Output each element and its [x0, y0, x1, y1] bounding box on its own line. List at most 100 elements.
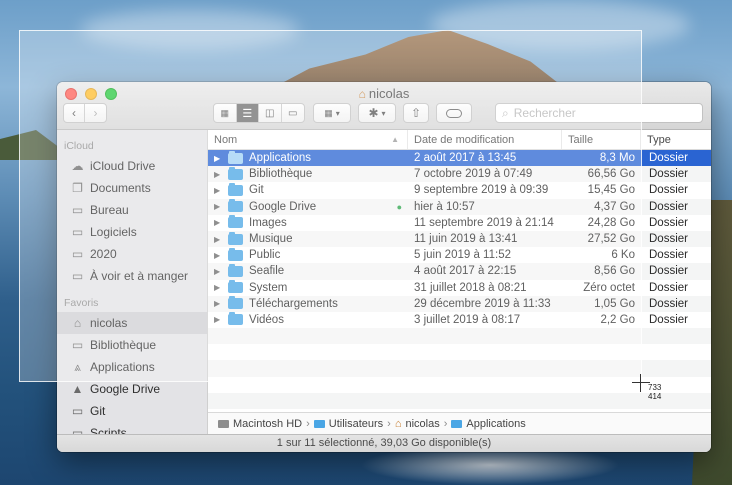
- chevron-right-icon: ›: [306, 417, 310, 430]
- path-item[interactable]: Macintosh HD: [233, 418, 302, 430]
- chevron-right-icon: ›: [387, 417, 391, 430]
- folder-icon: [228, 150, 243, 164]
- folder-icon: [228, 231, 243, 245]
- sidebar-item-git[interactable]: ▭ Git: [57, 400, 207, 422]
- title-bar[interactable]: ⌂ nicolas ‹ › ▦ ☰ ◫ ▭ ▦ ▾ ✱ ▾ ⇧ ⌕ Recherche…: [57, 82, 711, 130]
- sidebar-item-a-voir[interactable]: ▭ À voir et à manger: [57, 265, 207, 287]
- tags-button[interactable]: [436, 103, 472, 123]
- sidebar: iCloud ☁ iCloud Drive ❐ Documents ▭ Bureau …: [57, 130, 208, 434]
- share-button[interactable]: ⇧: [403, 103, 429, 123]
- desktop-cliff-left: [0, 130, 60, 160]
- table-row[interactable]: ▶ Images 11 septembre 2019 à 21:14 24,28 …: [208, 215, 711, 231]
- gallery-view-button[interactable]: ▭: [282, 104, 304, 122]
- column-header-kind[interactable]: Type: [641, 130, 711, 149]
- path-bar: Macintosh HD › Utilisateurs › ⌂ nicolas …: [208, 412, 711, 434]
- list-view-button[interactable]: ☰: [236, 104, 259, 122]
- google-drive-icon: ▲: [71, 382, 84, 396]
- sidebar-item-bibliotheque[interactable]: ▭ Bibliothèque: [57, 334, 207, 356]
- table-row[interactable]: ▶ System 31 juillet 2018 à 08:21 Zéro oct…: [208, 280, 711, 296]
- folder-icon: ▭: [71, 247, 84, 261]
- home-icon: ⌂: [394, 417, 402, 430]
- disclosure-triangle-icon[interactable]: ▶: [214, 202, 222, 211]
- sidebar-item-documents[interactable]: ❐ Documents: [57, 177, 207, 199]
- disclosure-triangle-icon[interactable]: ▶: [214, 218, 222, 227]
- sidebar-item-bureau[interactable]: ▭ Bureau: [57, 199, 207, 221]
- sidebar-item-nicolas[interactable]: ⌂ nicolas: [57, 312, 207, 334]
- table-row[interactable]: ▶ Public 5 juin 2019 à 11:52 6 Ko Dossier: [208, 247, 711, 263]
- disclosure-triangle-icon[interactable]: ▶: [214, 315, 222, 324]
- window-body: iCloud ☁ iCloud Drive ❐ Documents ▭ Bureau …: [57, 130, 711, 434]
- folder-icon: ▭: [71, 225, 84, 239]
- sidebar-item-scripts[interactable]: ▭ Scripts: [57, 422, 207, 434]
- sort-ascending-icon: ▲: [391, 135, 399, 144]
- sidebar-item-logiciels[interactable]: ▭ Logiciels: [57, 221, 207, 243]
- chevron-down-icon: ▾: [381, 108, 386, 118]
- disclosure-triangle-icon[interactable]: ▶: [214, 186, 222, 195]
- desktop-icon: ▭: [71, 203, 84, 217]
- capture-x-readout: 733: [648, 383, 662, 392]
- empty-row: [208, 360, 711, 377]
- folder-icon: [228, 280, 243, 294]
- table-row[interactable]: ▶ Git 9 septembre 2019 à 09:39 15,45 Go D…: [208, 182, 711, 198]
- folder-icon: ▭: [71, 338, 84, 352]
- table-row[interactable]: ▶ Vidéos 3 juillet 2019 à 08:17 2,2 Go Do…: [208, 312, 711, 328]
- capture-y-readout: 414: [648, 392, 662, 401]
- back-forward-group: ‹ ›: [63, 103, 107, 123]
- disclosure-triangle-icon[interactable]: ▶: [214, 154, 222, 163]
- empty-row: [208, 377, 711, 393]
- folder-icon: ▭: [71, 404, 84, 418]
- cloud-decoration: [80, 10, 300, 50]
- path-item[interactable]: Utilisateurs: [329, 418, 383, 430]
- disclosure-triangle-icon[interactable]: ▶: [214, 235, 222, 244]
- disclosure-triangle-icon[interactable]: ▶: [214, 267, 222, 276]
- folder-icon: ▭: [71, 426, 84, 434]
- action-button[interactable]: ✱ ▾: [358, 103, 396, 123]
- folder-icon: [228, 199, 243, 213]
- column-header-date[interactable]: Date de modification: [408, 130, 562, 149]
- home-icon: ⌂: [358, 87, 366, 101]
- table-row[interactable]: ▶ Musique 11 juin 2019 à 13:41 27,52 Go D…: [208, 230, 711, 248]
- folder-icon: [228, 166, 243, 180]
- disclosure-triangle-icon[interactable]: ▶: [214, 299, 222, 308]
- sidebar-section-title: iCloud: [64, 140, 94, 152]
- icon-view-button[interactable]: ▦: [214, 104, 237, 122]
- table-row[interactable]: ▶ Bibliothèque 7 octobre 2019 à 07:49 66,…: [208, 166, 711, 183]
- folder-icon: [228, 215, 243, 229]
- folder-icon: [228, 312, 243, 326]
- search-icon: ⌕: [502, 105, 509, 120]
- grid-icon: ▦: [324, 107, 333, 118]
- cloud-icon: ☁: [71, 159, 84, 173]
- search-field[interactable]: ⌕ Rechercher: [495, 103, 703, 123]
- column-view-button[interactable]: ◫: [259, 104, 282, 122]
- synced-check-icon: ●: [396, 201, 402, 212]
- path-item[interactable]: nicolas: [405, 418, 439, 430]
- table-row[interactable]: ▶ Applications 2 août 2017 à 13:45 8,3 Mo…: [208, 150, 711, 167]
- disclosure-triangle-icon[interactable]: ▶: [214, 170, 222, 179]
- disclosure-triangle-icon[interactable]: ▶: [214, 283, 222, 292]
- back-button[interactable]: ‹: [64, 104, 86, 122]
- disclosure-triangle-icon[interactable]: ▶: [214, 251, 222, 260]
- sidebar-item-2020[interactable]: ▭ 2020: [57, 243, 207, 265]
- sidebar-item-icloud-drive[interactable]: ☁ iCloud Drive: [57, 155, 207, 177]
- folder-icon: [451, 419, 463, 428]
- table-row[interactable]: ▶ Seafile 4 août 2017 à 22:15 8,56 Go Dos…: [208, 263, 711, 280]
- column-header: Nom ▲ Date de modification Taille Type: [208, 130, 711, 150]
- folder-icon: [228, 247, 243, 261]
- gear-icon: ✱: [368, 106, 379, 120]
- capture-coordinates: 733 414: [648, 383, 661, 401]
- sidebar-item-google-drive[interactable]: ▲ Google Drive: [57, 378, 207, 400]
- tag-icon: [446, 108, 462, 118]
- forward-button[interactable]: ›: [85, 104, 106, 122]
- sidebar-item-applications[interactable]: ⩓ Applications: [57, 356, 207, 378]
- folder-icon: [228, 263, 243, 277]
- column-header-size[interactable]: Taille: [562, 130, 641, 149]
- folder-icon: [228, 296, 243, 310]
- group-by-button[interactable]: ▦ ▾: [313, 103, 351, 123]
- table-row[interactable]: ▶ Google Drive ● hier à 10:57 4,37 Go Doss…: [208, 198, 711, 215]
- window-title: ⌂ nicolas: [358, 86, 410, 101]
- path-item[interactable]: Applications: [466, 418, 525, 430]
- table-row[interactable]: ▶ Téléchargements 29 décembre 2019 à 11:3…: [208, 295, 711, 312]
- chevron-down-icon: ▾: [335, 108, 340, 118]
- column-header-name[interactable]: Nom ▲: [208, 130, 408, 149]
- share-icon: ⇧: [410, 106, 422, 120]
